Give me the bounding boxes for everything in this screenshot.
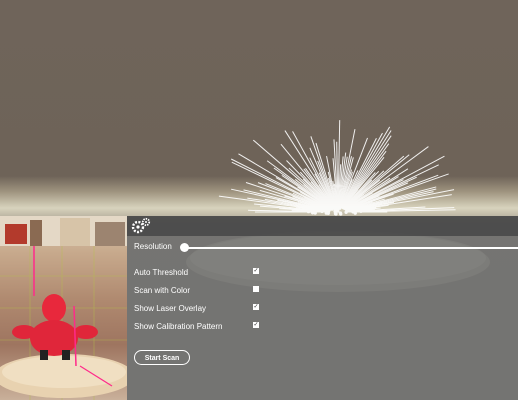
point-cloud-dot [334,212,338,216]
resolution-label: Resolution [134,242,172,251]
point-cloud-dot [316,202,320,206]
point-cloud-dot [356,204,360,208]
point-cloud-dot [346,203,351,208]
point-cloud-dot [360,203,364,207]
option-label-show-calibration-pattern: Show Calibration Pattern [134,322,223,331]
point-cloud-dot [311,203,315,208]
resolution-slider-knob[interactable] [180,243,189,252]
point-cloud-dot [344,210,348,214]
start-scan-button[interactable]: Start Scan [134,350,190,365]
point-cloud-dot [317,208,321,213]
settings-header [127,216,518,236]
point-cloud-dot [320,209,324,214]
show-laser-overlay-checkbox[interactable]: ✓ [253,304,259,310]
point-cloud-dot [351,210,355,214]
point-cloud-dot [333,207,338,212]
point-cloud-dot [326,206,331,210]
point-cloud-dot [342,206,346,210]
point-cloud-dot [322,205,326,210]
point-cloud-dot [313,211,317,215]
point-cloud-dot [336,209,340,213]
point-cloud-dot [329,202,334,207]
point-cloud-dot [335,204,339,209]
settings-panel: Resolution Auto Threshold ✓ Scan with Co… [127,216,518,400]
resolution-slider-track[interactable] [184,247,518,249]
point-cloud-dot [309,209,314,214]
scan-with-color-checkbox[interactable] [253,286,259,292]
auto-threshold-checkbox[interactable]: ✓ [253,268,259,274]
point-cloud-dot [326,202,330,206]
option-label-auto-threshold: Auto Threshold [134,268,189,277]
point-cloud-dot [330,207,334,211]
point-cloud-dot [359,207,364,212]
option-label-scan-with-color: Scan with Color [134,286,191,295]
point-cloud-dot [363,207,368,211]
camera-preview [0,216,127,400]
point-cloud-dot [308,206,312,210]
gear-icon[interactable] [131,217,151,235]
show-calibration-pattern-checkbox[interactable]: ✓ [253,322,259,328]
option-label-show-laser-overlay: Show Laser Overlay [134,304,207,313]
scanned-point-cloud [218,120,456,216]
point-cloud-dot [324,211,329,215]
point-cloud-dot [339,212,343,216]
